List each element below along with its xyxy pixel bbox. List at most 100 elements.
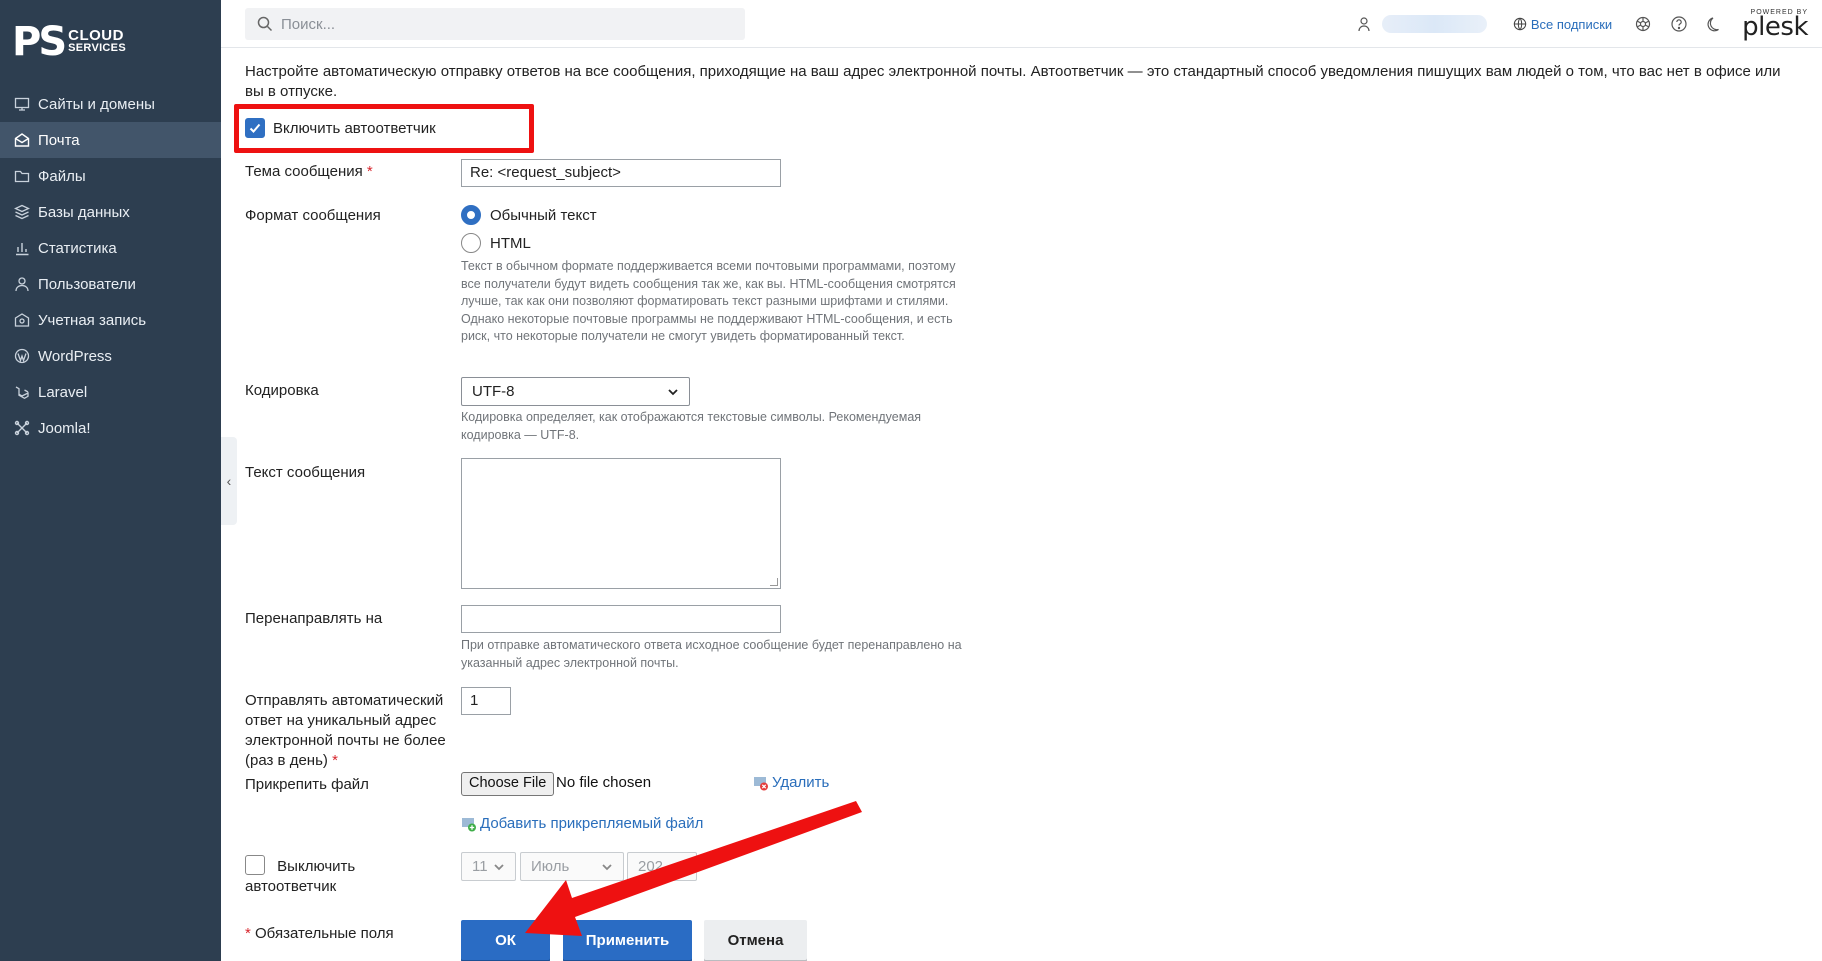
resize-handle[interactable] [770,578,778,586]
add-attachment-link[interactable]: Добавить прикрепляемый файл [461,815,703,832]
sidebar-collapse-button[interactable]: ‹ [221,437,237,525]
mail-icon [14,132,30,148]
topbar: Поиск... Все подписки POWERED BY plesk [221,0,1822,48]
user-icon [14,276,30,292]
format-label: Формат сообщения [245,207,381,224]
sidebar-item-label: Базы данных [38,203,130,221]
choose-file-button[interactable]: Choose File [461,772,555,796]
forward-hint: При отправке автоматического ответа исхо… [461,638,962,670]
user-menu[interactable] [1381,15,1487,33]
globe-icon [1513,17,1527,31]
required-note-text: Обязательные поля [255,925,394,942]
disable-month-select[interactable]: Июль [520,852,624,881]
format-plain-radio[interactable] [461,205,481,225]
brand-logo[interactable]: PS CLOUD SERVICES [12,22,126,62]
sidebar-item-files[interactable]: Файлы [0,158,221,194]
apply-button[interactable]: Применить [563,920,692,960]
sidebar-item-label: WordPress [38,347,112,365]
user-icon [1358,17,1370,32]
check-icon [249,123,261,133]
chart-icon [14,240,30,256]
format-html-option[interactable]: HTML [461,233,531,253]
subscriptions-label: Все подписки [1530,16,1613,32]
sidebar-nav: Сайты и домены Почта Файлы Базы данных С… [0,86,221,446]
day-value: 11 [472,858,488,875]
search-input[interactable]: Поиск... [245,8,745,40]
disable-day-select[interactable]: 11 [461,852,516,881]
enable-autoresponder-row[interactable]: Включить автоответчик [245,118,436,138]
forward-input[interactable] [461,605,781,633]
encoding-label: Кодировка [245,382,319,399]
sidebar-item-statistics[interactable]: Статистика [0,230,221,266]
cancel-button[interactable]: Отмена [704,920,807,960]
brand-mark: PS [12,19,67,65]
message-textarea[interactable] [461,458,781,589]
required-note: * Обязательные поля [245,924,394,944]
sidebar-item-label: Файлы [38,167,86,185]
delete-attachment-link[interactable]: Удалить [753,774,829,791]
subject-label-text: Тема сообщения [245,163,363,180]
brand-line-1: CLOUD [68,27,124,44]
sidebar-item-mail[interactable]: Почта [0,122,221,158]
database-icon [14,204,30,220]
message-label: Текст сообщения [245,464,366,481]
format-plain-option[interactable]: Обычный текст [461,205,597,225]
sidebar-item-laravel[interactable]: Laravel [0,374,221,410]
encoding-hint: Кодировка определяет, как отображаются т… [461,410,922,442]
format-html-radio[interactable] [461,233,481,253]
monitor-icon [14,96,30,112]
subject-value: Re: <request_subject> [470,164,621,181]
brand-line-2: SERVICES [68,42,126,54]
dark-mode-icon[interactable] [1706,15,1724,33]
frequency-label-text: Отправлять автоматический ответ на уника… [245,692,446,769]
folder-icon [14,168,30,184]
extensions-icon[interactable] [1634,15,1652,33]
disable-autoresponder-checkbox[interactable] [245,855,265,875]
chevron-down-icon [668,388,678,395]
topbar-right: Все подписки POWERED BY plesk [1356,0,1822,48]
form-intro: Настройте автоматическую отправку ответо… [245,62,1805,102]
chevron-down-icon [494,863,504,870]
sidebar-item-databases[interactable]: Базы данных [0,194,221,230]
sidebar-item-label: Статистика [38,239,117,257]
required-mark: * [332,752,338,769]
ok-button[interactable]: ОК [461,920,550,960]
format-html-label: HTML [490,234,531,252]
intro-text: Настройте автоматическую отправку ответо… [245,63,1781,100]
disable-year-select[interactable]: 202 [627,852,697,881]
all-subscriptions-link[interactable]: Все подписки [1513,17,1612,32]
frequency-value: 1 [470,692,479,709]
sidebar-item-label: Почта [38,131,80,149]
delete-label: Удалить [772,774,830,791]
sidebar-item-account[interactable]: Учетная запись [0,302,221,338]
sidebar-item-label: Учетная запись [38,311,147,329]
enable-autoresponder-checkbox[interactable] [245,118,265,138]
encoding-select[interactable]: UTF-8 [461,377,690,406]
frequency-label: Отправлять автоматический ответ на уника… [245,691,450,771]
sidebar-item-label: Joomla! [38,419,91,437]
joomla-icon [14,420,30,436]
sidebar-item-wordpress[interactable]: WordPress [0,338,221,374]
forward-label: Перенаправлять на [245,610,383,627]
search-icon [257,16,273,32]
laravel-icon [14,384,30,400]
account-icon [14,312,30,328]
enable-autoresponder-label: Включить автоответчик [273,119,436,137]
disable-autoresponder-row[interactable]: Выключить автоответчик [245,855,385,897]
sidebar-item-joomla[interactable]: Joomla! [0,410,221,446]
chevron-down-icon [602,863,612,870]
sidebar-item-label: Пользователи [38,275,136,293]
plesk-wordmark: plesk [1742,11,1808,42]
sidebar-item-sites[interactable]: Сайты и домены [0,86,221,122]
required-mark: * [366,163,373,180]
required-mark: * [245,925,251,942]
sidebar-item-users[interactable]: Пользователи [0,266,221,302]
subject-input[interactable]: Re: <request_subject> [461,159,781,187]
plesk-logo: POWERED BY plesk [1742,9,1808,40]
frequency-input[interactable]: 1 [461,687,511,715]
add-attachment-label: Добавить прикрепляемый файл [480,815,704,832]
no-file-text: No file chosen [556,774,652,791]
help-icon[interactable] [1670,15,1688,33]
encoding-value: UTF-8 [472,383,515,400]
add-file-icon [462,817,476,831]
